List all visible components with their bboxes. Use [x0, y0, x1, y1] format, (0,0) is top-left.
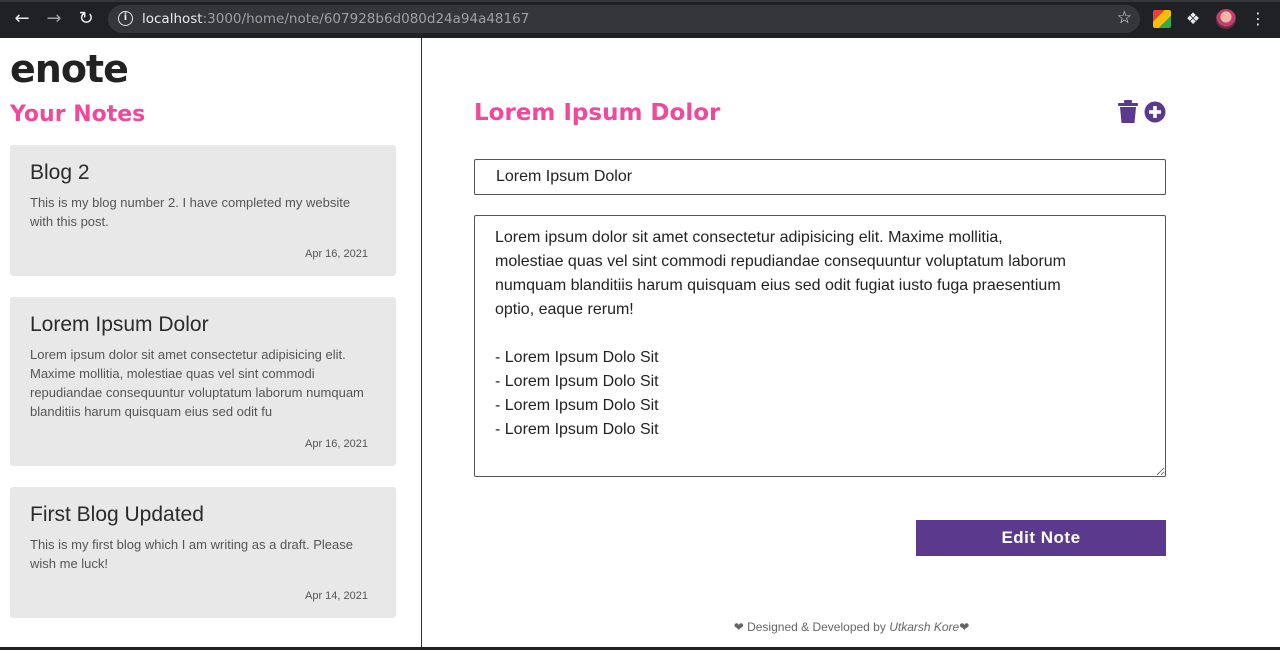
note-card-excerpt: This is my blog number 2. I have complet…: [30, 195, 351, 229]
plus-circle-icon[interactable]: [1144, 101, 1166, 123]
note-card-excerpt: This is my first blog which I am writing…: [30, 537, 353, 571]
notes-sidebar: enote Your Notes Blog 2 This is my blog …: [0, 38, 422, 650]
note-card-title: Blog 2: [30, 161, 90, 184]
note-card-title: First Blog Updated: [30, 503, 204, 526]
trash-icon[interactable]: [1117, 100, 1139, 124]
browser-menu-icon[interactable]: ⋮: [1250, 10, 1266, 28]
note-card[interactable]: First Blog Updated This is my first blog…: [10, 487, 396, 618]
note-card-excerpt: Lorem ipsum dolor sit amet consectetur a…: [30, 347, 364, 419]
profile-avatar[interactable]: [1216, 9, 1236, 29]
edit-note-button[interactable]: Edit Note: [916, 520, 1166, 556]
heart-icon: ❤: [959, 620, 970, 634]
note-card-date: Apr 16, 2021: [305, 248, 368, 260]
extension-icon[interactable]: [1153, 10, 1171, 28]
reload-icon[interactable]: ↻: [74, 8, 98, 30]
url-host: localhost: [142, 11, 203, 27]
browser-toolbar: ← → ↻ i localhost:3000/home/note/607928b…: [0, 0, 1280, 38]
your-notes-heading: Your Notes: [10, 102, 146, 127]
extensions-puzzle-icon[interactable]: ❖: [1184, 10, 1202, 28]
note-card[interactable]: Lorem Ipsum Dolor Lorem ipsum dolor sit …: [10, 297, 396, 466]
note-card-date: Apr 14, 2021: [305, 590, 368, 602]
footer-author[interactable]: Utkarsh Kore: [889, 620, 959, 634]
back-arrow-icon[interactable]: ←: [10, 8, 34, 30]
url-text[interactable]: localhost:3000/home/note/607928b6d080d24…: [142, 11, 529, 27]
note-card-title: Lorem Ipsum Dolor: [30, 313, 209, 336]
url-path: :3000/home/note/607928b6d080d24a94a48167: [202, 11, 530, 27]
heart-icon: ❤: [733, 620, 744, 634]
note-body-textarea[interactable]: Lorem ipsum dolor sit amet consectetur a…: [474, 215, 1166, 477]
forward-arrow-icon[interactable]: →: [42, 8, 66, 30]
footer: ❤ Designed & Developed by Utkarsh Kore❤: [423, 620, 1280, 634]
note-title-input[interactable]: [474, 159, 1166, 195]
bookmark-star-icon[interactable]: ☆: [1117, 8, 1132, 28]
note-editor: Lorem Ipsum Dolor Lorem ipsum dolor sit …: [423, 38, 1280, 650]
address-bar[interactable]: i localhost:3000/home/note/607928b6d080d…: [108, 5, 1140, 33]
note-card-date: Apr 16, 2021: [305, 438, 368, 450]
footer-credit: Designed & Developed by: [747, 620, 886, 634]
site-info-icon[interactable]: i: [118, 11, 133, 26]
note-card[interactable]: Blog 2 This is my blog number 2. I have …: [10, 145, 396, 276]
brand-logo[interactable]: enote: [10, 50, 129, 88]
tab-strip-edge: [0, 0, 1280, 2]
note-heading: Lorem Ipsum Dolor: [474, 100, 721, 126]
